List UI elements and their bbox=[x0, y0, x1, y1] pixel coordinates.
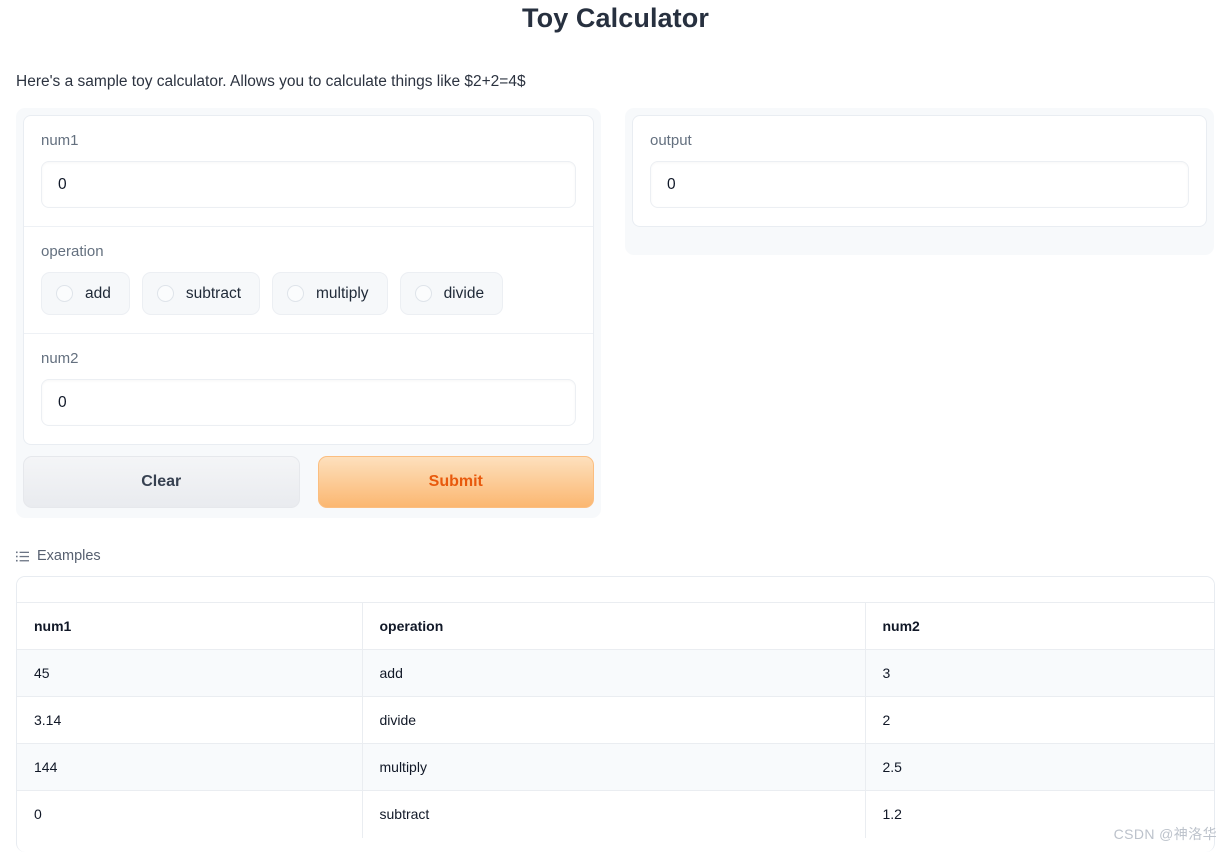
column-header-operation: operation bbox=[362, 602, 866, 650]
page-description: Here's a sample toy calculator. Allows y… bbox=[16, 73, 526, 90]
num2-section: num2 0 bbox=[24, 333, 593, 444]
examples-header[interactable]: Examples bbox=[16, 548, 101, 564]
cell-num2: 3 bbox=[865, 649, 1214, 697]
cell-num1: 0 bbox=[17, 790, 363, 838]
radio-option-divide[interactable]: divide bbox=[399, 272, 504, 315]
operation-radio-group: add subtract multiply divide bbox=[41, 272, 576, 315]
clear-button[interactable]: Clear bbox=[23, 456, 300, 508]
cell-operation: add bbox=[362, 649, 866, 697]
radio-circle-icon bbox=[56, 285, 73, 302]
input-card: num1 0 operation add subtract multiply d… bbox=[23, 115, 594, 445]
radio-label-add: add bbox=[85, 284, 111, 302]
table-body: 45 add 3 3.14 divide 2 144 multiply 2.5 … bbox=[17, 649, 1214, 838]
radio-circle-icon bbox=[287, 285, 305, 302]
app-page: Toy Calculator Here's a sample toy calcu… bbox=[0, 0, 1231, 852]
table-top-strip bbox=[17, 577, 1214, 602]
cell-operation: multiply bbox=[362, 743, 866, 791]
cell-num2: 2.5 bbox=[865, 743, 1214, 791]
num1-input[interactable]: 0 bbox=[41, 161, 576, 208]
list-icon bbox=[16, 551, 29, 561]
column-header-num1: num1 bbox=[17, 602, 363, 650]
input-column: num1 0 operation add subtract multiply d… bbox=[16, 108, 601, 518]
cell-operation: subtract bbox=[362, 790, 866, 838]
page-title: Toy Calculator bbox=[522, 3, 709, 33]
radio-label-divide: divide bbox=[443, 284, 485, 302]
cell-num1: 144 bbox=[17, 743, 363, 791]
input-panel: num1 0 operation add subtract multiply d… bbox=[16, 108, 601, 518]
table-row[interactable]: 3.14 divide 2 bbox=[17, 696, 1214, 744]
radio-circle-icon bbox=[414, 285, 432, 302]
output-panel: output 0 bbox=[625, 108, 1214, 255]
num2-label: num2 bbox=[41, 350, 79, 367]
output-value: 0 bbox=[650, 161, 1189, 208]
num2-input[interactable]: 0 bbox=[41, 379, 576, 426]
column-header-num2: num2 bbox=[865, 602, 1214, 650]
table-row[interactable]: 45 add 3 bbox=[17, 649, 1214, 697]
radio-option-add[interactable]: add bbox=[41, 272, 130, 315]
output-label: output bbox=[650, 132, 692, 149]
operation-section: operation add subtract multiply divide bbox=[24, 226, 593, 333]
cell-num1: 3.14 bbox=[17, 696, 363, 744]
radio-circle-icon bbox=[156, 285, 174, 302]
action-buttons: Clear Submit bbox=[23, 456, 594, 508]
output-card: output 0 bbox=[632, 115, 1207, 227]
watermark: CSDN @神洛华 bbox=[1113, 826, 1217, 842]
submit-button[interactable]: Submit bbox=[317, 456, 594, 508]
num1-label: num1 bbox=[41, 132, 79, 149]
examples-table: num1 operation num2 45 add 3 3.14 divide… bbox=[16, 576, 1215, 852]
table-row[interactable]: 0 subtract 1.2 bbox=[17, 790, 1214, 838]
table-row[interactable]: 144 multiply 2.5 bbox=[17, 743, 1214, 791]
radio-label-subtract: subtract bbox=[185, 284, 242, 302]
main-columns: num1 0 operation add subtract multiply d… bbox=[16, 108, 1215, 518]
examples-table-element: num1 operation num2 45 add 3 3.14 divide… bbox=[17, 602, 1214, 838]
examples-label: Examples bbox=[37, 548, 101, 564]
radio-option-multiply[interactable]: multiply bbox=[272, 272, 388, 315]
cell-num1: 45 bbox=[17, 649, 363, 697]
cell-operation: divide bbox=[362, 696, 866, 744]
cell-num2: 2 bbox=[865, 696, 1214, 744]
output-column: output 0 bbox=[625, 108, 1214, 255]
num1-section: num1 0 bbox=[24, 116, 593, 226]
output-section: output 0 bbox=[633, 116, 1206, 226]
table-header-row: num1 operation num2 bbox=[17, 602, 1214, 650]
radio-label-multiply: multiply bbox=[316, 284, 369, 302]
operation-label: operation bbox=[41, 243, 104, 260]
radio-option-subtract[interactable]: subtract bbox=[141, 272, 261, 315]
